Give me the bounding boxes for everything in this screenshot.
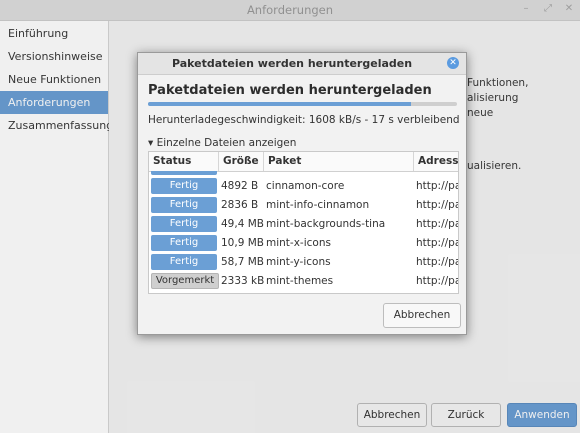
table-row[interactable]: Fertig 4892 B cinnamon-core http://pa — [149, 177, 458, 196]
download-speed-text: Herunterladegeschwindigkeit: 1608 kB/s -… — [148, 114, 460, 126]
file-size: 58,7 MB — [221, 256, 264, 268]
package-name: mint-backgrounds-tina — [266, 218, 386, 230]
package-name: mint-info-cinnamon — [266, 199, 370, 211]
package-address: http://pa — [416, 275, 458, 287]
dialog-title: Paketdateien werden heruntergeladen — [171, 57, 413, 70]
status-badge: Vorgemerkt — [151, 273, 219, 289]
package-address: http://pa — [416, 180, 458, 192]
package-address: http://pa — [416, 256, 458, 268]
dialog-heading: Paketdateien werden heruntergeladen — [148, 83, 432, 98]
file-size: 49,4 MB — [221, 218, 264, 230]
status-badge: Fertig — [151, 178, 217, 194]
package-name: mint-y-icons — [266, 256, 331, 268]
partial-row-status — [151, 171, 217, 175]
file-table: Status Größe Paket Adresse Fertig 4892 B… — [148, 151, 459, 294]
table-row[interactable]: Vorgemerkt 2333 kB mint-themes http://pa — [149, 272, 458, 291]
package-name: cinnamon-core — [266, 180, 345, 192]
column-header-package[interactable]: Paket — [264, 152, 414, 171]
download-dialog: Paketdateien werden heruntergeladen ✕ Pa… — [137, 52, 467, 335]
package-name: mint-themes — [266, 275, 334, 287]
table-row[interactable]: Fertig 58,7 MB mint-y-icons http://pa — [149, 253, 458, 272]
status-badge: Fertig — [151, 254, 217, 270]
file-size: 2836 B — [221, 199, 259, 211]
table-row[interactable]: Fertig 2836 B mint-info-cinnamon http://… — [149, 196, 458, 215]
table-row[interactable]: Fertig 49,4 MB mint-backgrounds-tina htt… — [149, 215, 458, 234]
status-badge: Fertig — [151, 216, 217, 232]
details-expander[interactable]: ▾ Einzelne Dateien anzeigen — [148, 137, 296, 149]
table-header: Status Größe Paket Adresse — [149, 152, 458, 172]
status-badge: Fertig — [151, 235, 217, 251]
column-header-status[interactable]: Status — [149, 152, 219, 171]
expander-label: Einzelne Dateien anzeigen — [156, 137, 297, 149]
close-icon[interactable]: ✕ — [447, 57, 459, 69]
file-size: 4892 B — [221, 180, 259, 192]
package-address: http://pa — [416, 199, 458, 211]
status-badge: Fertig — [151, 197, 217, 213]
progress-fill — [148, 102, 411, 106]
file-size: 2333 kB — [221, 275, 265, 287]
dialog-titlebar: Paketdateien werden heruntergeladen ✕ — [138, 53, 466, 75]
package-address: http://pa — [416, 218, 458, 230]
file-size: 10,9 MB — [221, 237, 264, 249]
table-row[interactable]: Fertig 10,9 MB mint-x-icons http://pa — [149, 234, 458, 253]
column-header-address[interactable]: Adresse — [414, 152, 458, 171]
dialog-cancel-button[interactable]: Abbrechen — [383, 303, 461, 328]
column-header-size[interactable]: Größe — [219, 152, 264, 171]
package-name: mint-x-icons — [266, 237, 331, 249]
package-address: http://pa — [416, 237, 458, 249]
download-progress-bar — [148, 102, 457, 106]
triangle-down-icon: ▾ — [148, 137, 154, 149]
